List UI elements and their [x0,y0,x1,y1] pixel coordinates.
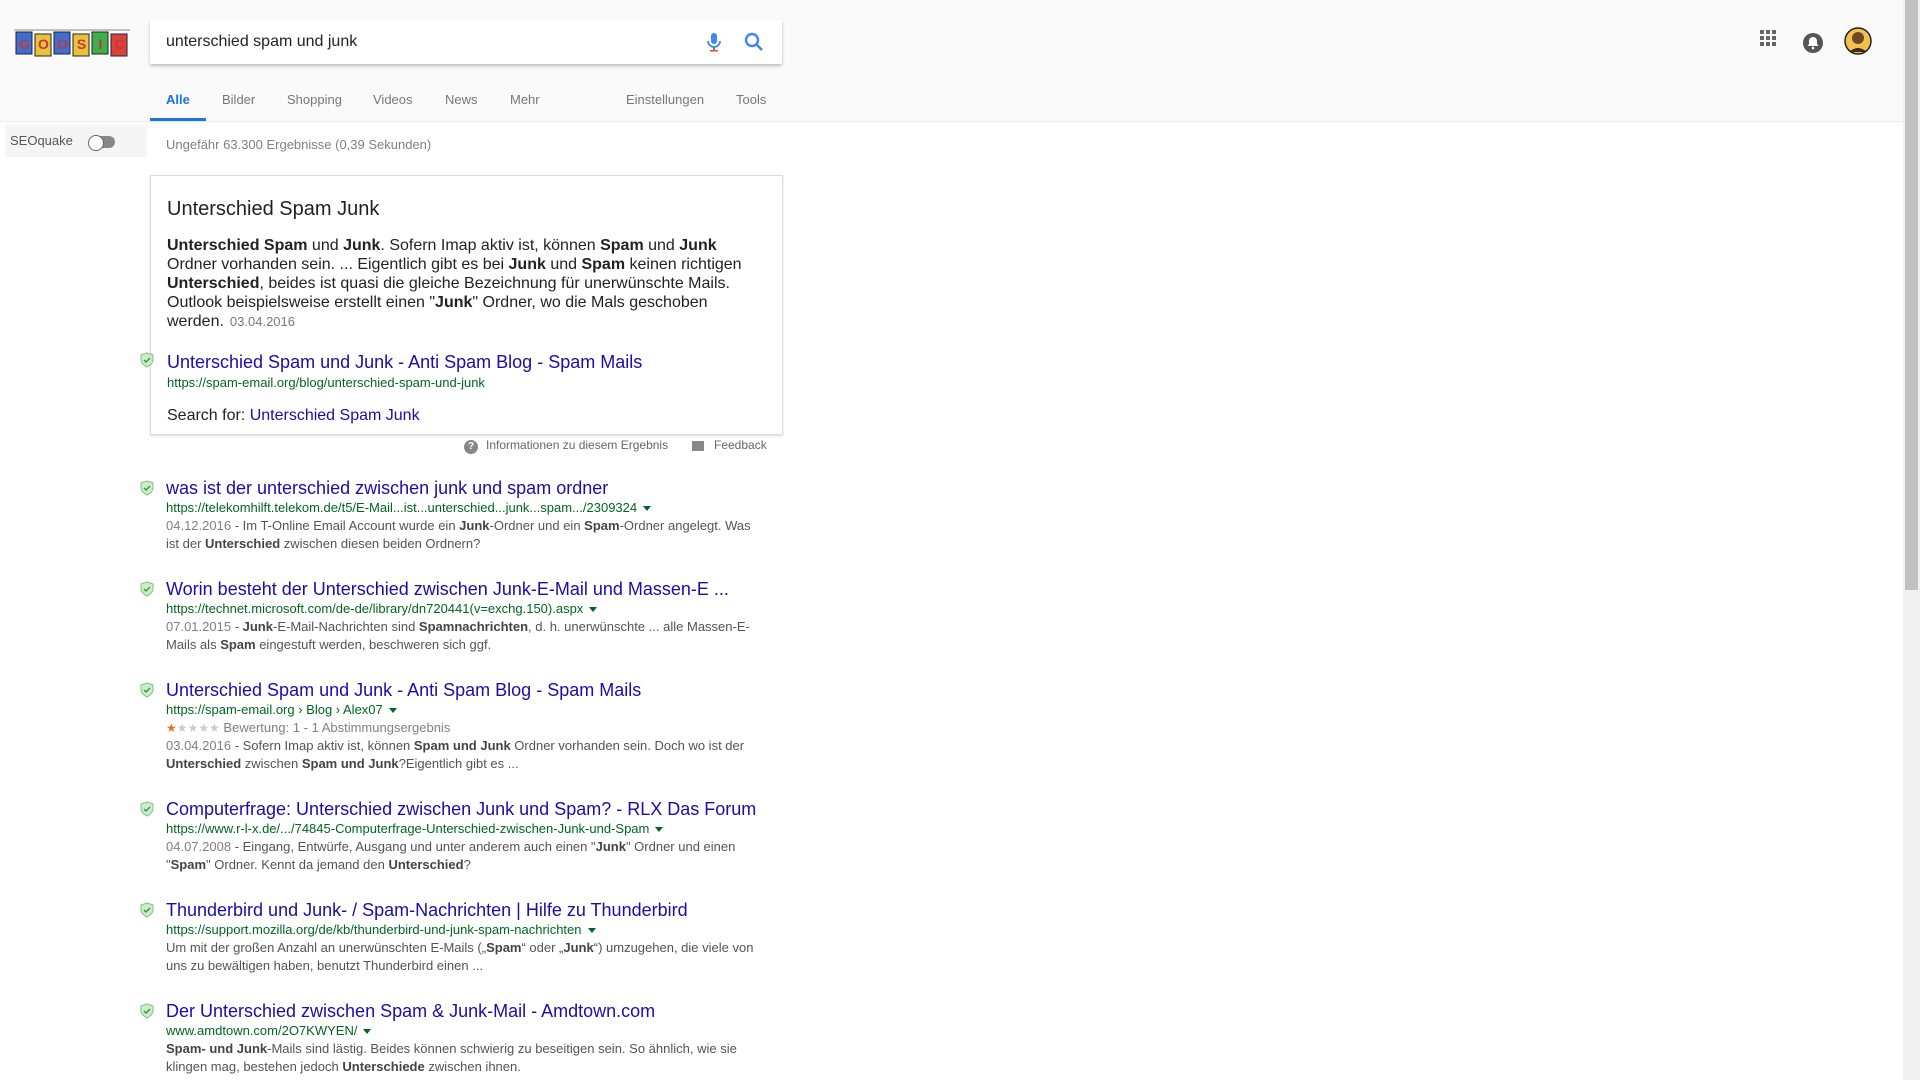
result-url-text: https://spam-email.org › Blog › Alex07 [166,702,383,717]
seoquake-panel: SEOquake [5,125,147,157]
result-url: https://telekomhilft.telekom.de/t5/E-Mai… [166,499,766,517]
featured-snippet: Unterschied Spam Junk Unterschied Spam u… [150,175,783,435]
tab-settings[interactable]: Einstellungen [626,92,704,107]
dropdown-caret-icon[interactable] [587,928,596,934]
logo-letter: S [76,36,87,52]
search-for-line: Search for: Unterschied Spam Junk [167,407,420,425]
tab-more[interactable]: Mehr [510,92,540,107]
result-rating: ★★★★★ Bewertung: 1 - 1 Abstimmungsergebn… [166,719,766,737]
info-about-result[interactable]: ? Informationen zu diesem Ergebnis [464,438,668,454]
search-result: was ist der unterschied zwischen junk un… [166,477,766,553]
scrollbar-thumb[interactable] [1905,0,1918,590]
doodle-logo[interactable]: G O O S I C [12,24,132,60]
dropdown-caret-icon[interactable] [363,1029,372,1035]
search-icon[interactable] [742,30,766,54]
search-result: Thunderbird und Junk- / Spam-Nachrichten… [166,899,766,975]
account-avatar[interactable] [1844,26,1872,61]
result-stats: Ungefähr 63.300 Ergebnisse (0,39 Sekunde… [166,137,432,152]
dropdown-caret-icon[interactable] [388,708,397,714]
dropdown-caret-icon[interactable] [589,607,598,613]
active-tab-indicator [150,118,206,121]
search-result: Computerfrage: Unterschied zwischen Junk… [166,798,766,874]
result-description: 04.12.2016 - Im T-Online Email Account w… [166,518,751,551]
snippet-title: Unterschied Spam Junk [167,198,380,220]
search-for-label: Search for: [167,407,250,424]
result-url: https://spam-email.org › Blog › Alex07 [166,701,766,719]
logo-letter: O [38,36,49,52]
shield-check-icon [140,480,154,496]
tab-videos[interactable]: Videos [373,92,413,107]
shield-check-icon [140,801,154,817]
search-result: Worin besteht der Unterschied zwischen J… [166,578,766,654]
result-date: 07.01.2015 [166,619,232,634]
dropdown-caret-icon[interactable] [655,827,664,833]
page-scrollbar[interactable] [1903,0,1920,1080]
result-description: 07.01.2015 - Junk-E-Mail-Nachrichten sin… [166,619,750,652]
logo-letter: I [98,36,103,52]
search-input[interactable] [166,20,686,64]
tab-tools[interactable]: Tools [736,92,766,107]
result-description: 04.07.2008 - Eingang, Entwürfe, Ausgang … [166,839,736,872]
notifications-icon[interactable] [1802,32,1824,59]
result-url-text: https://support.mozilla.org/de/kb/thunde… [166,922,582,937]
snippet-result-url: https://spam-email.org/blog/unterschied-… [167,375,485,390]
snippet-result-link[interactable]: Unterschied Spam und Junk - Anti Spam Bl… [167,352,642,373]
feedback-icon [692,440,704,451]
result-title-link[interactable]: Computerfrage: Unterschied zwischen Junk… [166,798,766,820]
result-url: https://www.r-l-x.de/.../74845-Computerf… [166,820,766,838]
seoquake-toggle[interactable] [88,135,115,151]
result-title-link[interactable]: Thunderbird und Junk- / Spam-Nachrichten… [166,899,766,921]
search-result: Unterschied Spam und Junk - Anti Spam Bl… [166,679,766,773]
result-description: 03.04.2016 - Sofern Imap aktiv ist, könn… [166,738,745,771]
header-bar: G O O S I C Alle Bilder Shopping [0,0,1903,122]
result-url-text: https://technet.microsoft.com/de-de/libr… [166,601,584,616]
tab-all[interactable]: Alle [166,92,190,107]
result-url-text: https://www.r-l-x.de/.../74845-Computerf… [166,821,650,836]
result-date: 03.04.2016 [166,738,232,753]
shield-check-icon [140,581,154,597]
result-title-link[interactable]: Der Unterschied zwischen Spam & Junk-Mai… [166,1000,766,1022]
result-title-link[interactable]: Unterschied Spam und Junk - Anti Spam Bl… [166,679,766,701]
search-tabs: Alle Bilder Shopping Videos News Mehr Ei… [150,88,790,122]
info-label: Informationen zu diesem Ergebnis [486,438,669,452]
apps-grid-icon[interactable] [1758,28,1778,53]
rating-text: Bewertung: 1 - 1 Abstimmungsergebnis [223,720,451,735]
feedback-link[interactable]: Feedback [692,438,767,452]
search-box [150,20,782,64]
shield-check-icon [140,352,154,368]
result-url: www.amdtown.com/2O7KWYEN/ [166,1022,766,1040]
result-date: 04.12.2016 [166,518,232,533]
seoquake-label: SEOquake [10,133,73,148]
result-description: Spam- und Junk-Mails sind lästig. Beides… [166,1041,737,1074]
snippet-date: 03.04.2016 [229,314,295,329]
search-for-link[interactable]: Unterschied Spam Junk [250,407,420,424]
result-url-text: www.amdtown.com/2O7KWYEN/ [166,1023,358,1038]
result-date: 04.07.2008 [166,839,232,854]
shield-check-icon [140,1003,154,1019]
snippet-text: Unterschied Spam und Junk. Sofern Imap a… [167,237,742,330]
logo-letter: G [19,36,30,52]
result-title-link[interactable]: Worin besteht der Unterschied zwischen J… [166,578,766,600]
result-url: https://technet.microsoft.com/de-de/libr… [166,600,766,618]
result-url-text: https://telekomhilft.telekom.de/t5/E-Mai… [166,500,638,515]
help-icon: ? [464,440,478,454]
feedback-label: Feedback [714,438,767,452]
result-url: https://support.mozilla.org/de/kb/thunde… [166,921,766,939]
tab-news[interactable]: News [445,92,478,107]
logo-letter: O [57,36,68,52]
microphone-icon[interactable] [702,30,726,54]
rating-stars-icon: ★★★★★ [166,721,220,735]
tab-shopping[interactable]: Shopping [287,92,342,107]
dropdown-caret-icon[interactable] [643,506,652,512]
shield-check-icon [140,682,154,698]
tab-images[interactable]: Bilder [222,92,255,107]
logo-letter: C [114,36,125,52]
search-result: Der Unterschied zwischen Spam & Junk-Mai… [166,1000,766,1076]
result-description: Um mit der großen Anzahl an unerwünschte… [166,940,754,973]
shield-check-icon [140,902,154,918]
result-title-link[interactable]: was ist der unterschied zwischen junk un… [166,477,766,499]
